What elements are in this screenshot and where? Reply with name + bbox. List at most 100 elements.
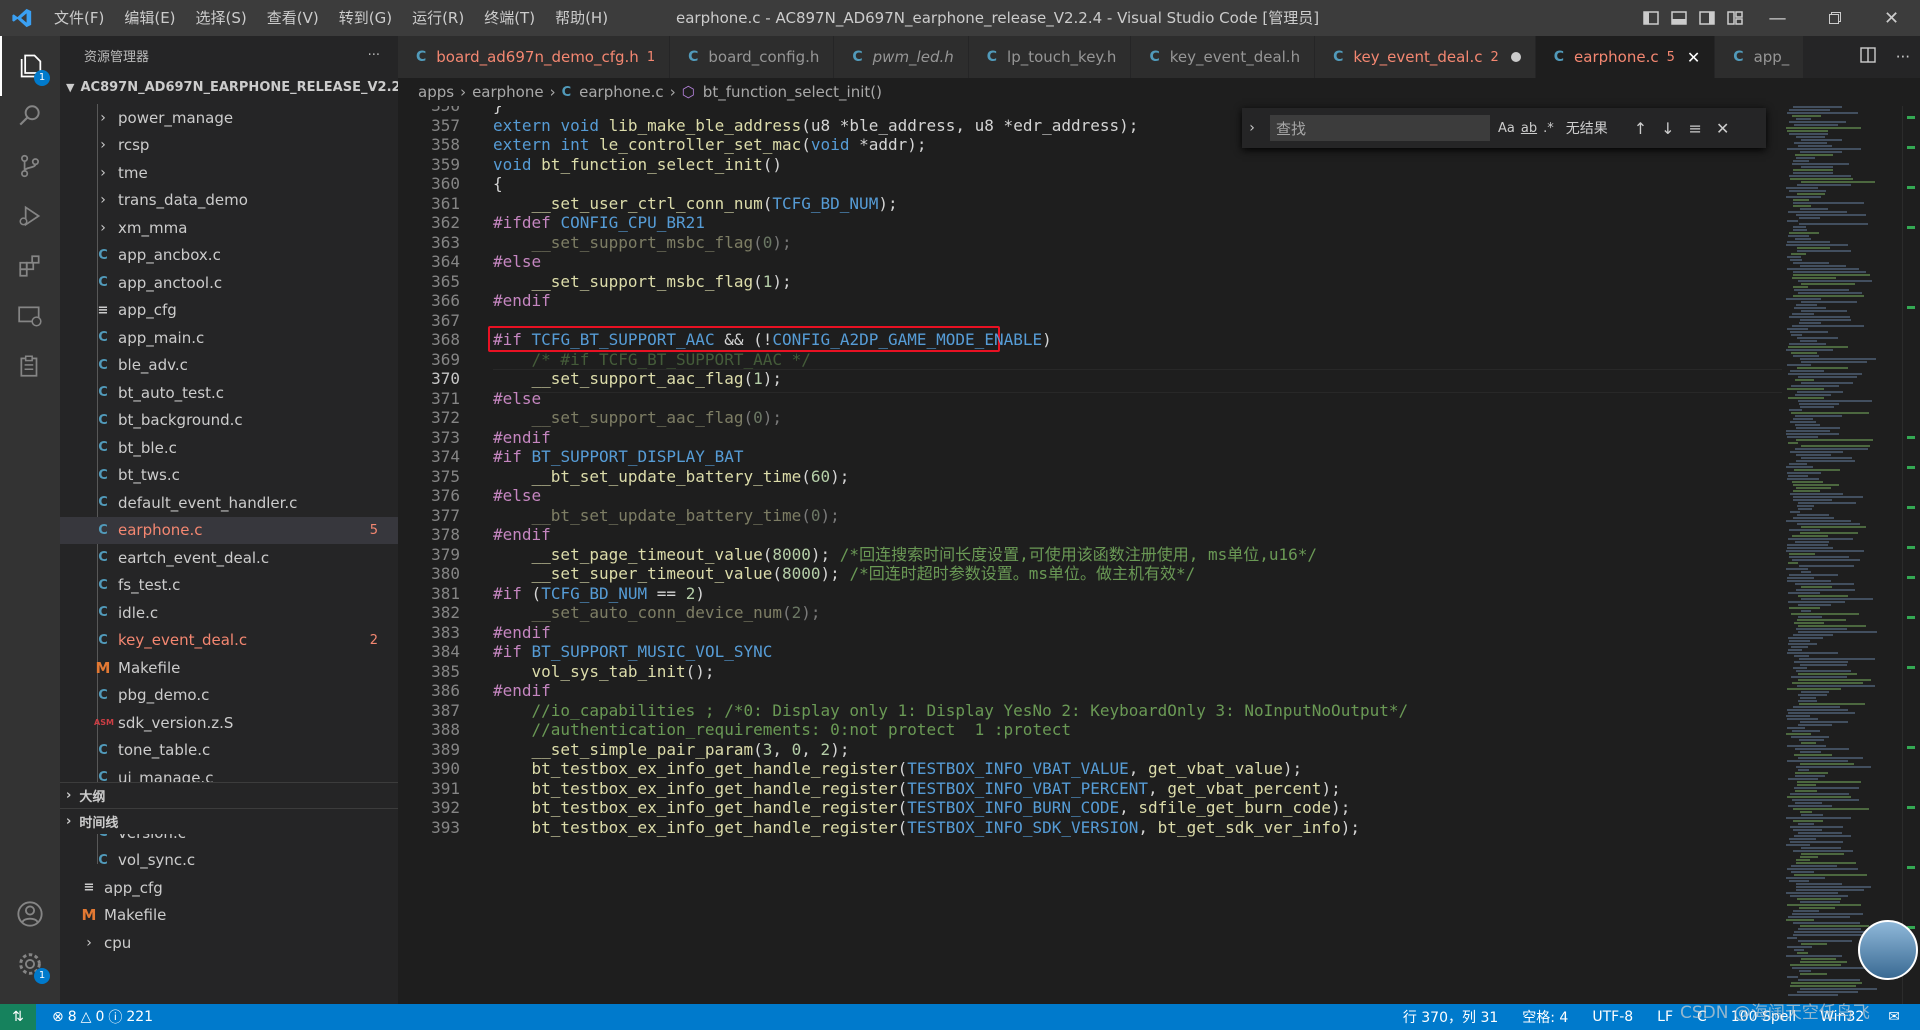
tree-item[interactable]: Ckey_event_deal.c 2 — [60, 627, 398, 655]
tree-item[interactable]: Capp_anctool.c — [60, 269, 398, 297]
tree-item[interactable]: Cbt_background.c — [60, 407, 398, 435]
tree-item[interactable]: Cvol_sync.c — [60, 847, 398, 875]
code-line[interactable]: 374 #if BT_SUPPORT_DISPLAY_BAT — [398, 447, 1778, 467]
find-input[interactable]: 查找 — [1270, 115, 1490, 141]
encoding[interactable]: UTF-8 — [1592, 1009, 1633, 1025]
code-line[interactable]: 392 bt_testbox_ex_info_get_handle_regist… — [398, 798, 1778, 818]
code-line[interactable]: 383 #endif — [398, 623, 1778, 643]
code-line[interactable]: 387 //io_capabilities ; /*0: Display onl… — [398, 701, 1778, 721]
editor-tab[interactable]: Cpwm_led.h — [834, 36, 969, 78]
tree-item[interactable]: › cpu — [60, 929, 398, 957]
code-line[interactable]: 369 /* #if TCFG_BT_SUPPORT_AAC */ — [398, 350, 1778, 370]
code-line[interactable]: 390 bt_testbox_ex_info_get_handle_regist… — [398, 759, 1778, 779]
split-editor-icon[interactable] — [1860, 47, 1876, 67]
code-line[interactable]: 371 #else — [398, 389, 1778, 409]
editor-tab[interactable]: Ckey_event_deal.h — [1131, 36, 1316, 78]
arrow-down-icon[interactable]: ↓ — [1661, 119, 1674, 138]
code-line[interactable]: 382 __set_auto_conn_device_num(2); — [398, 603, 1778, 623]
match-word-toggle[interactable]: ab — [1521, 121, 1537, 136]
indentation[interactable]: 空格: 4 — [1522, 1007, 1568, 1027]
code-line[interactable]: 391 bt_testbox_ex_info_get_handle_regist… — [398, 779, 1778, 799]
code-line[interactable]: 386 #endif — [398, 681, 1778, 701]
tree-item[interactable]: Cdefault_event_handler.c — [60, 489, 398, 517]
editor-tab[interactable]: Cboard_config.h — [670, 36, 835, 78]
tree-item[interactable]: Cble_adv.c — [60, 352, 398, 380]
tree-item[interactable]: › rcsp — [60, 132, 398, 160]
workspace-folder-header[interactable]: ▼ AC897N_AD697N_EARPHONE_RELEASE_V2.2.4 — [60, 74, 398, 100]
tree-item[interactable]: ≡ app_cfg — [60, 297, 398, 325]
outline-panel-header[interactable]: › 大纲 — [60, 782, 398, 808]
cursor-position[interactable]: 行 370，列 31 — [1403, 1007, 1498, 1027]
code-line[interactable]: 365 __set_support_msbc_flag(1); — [398, 272, 1778, 292]
tree-item[interactable]: › trans_data_demo — [60, 187, 398, 215]
code-editor[interactable]: 356} 357 extern void lib_make_ble_address(… — [398, 106, 1898, 1004]
toggle-secondary-sidebar-icon[interactable] — [1693, 0, 1721, 36]
code-line[interactable]: 384 #if BT_SUPPORT_MUSIC_VOL_SYNC — [398, 642, 1778, 662]
toggle-panel-icon[interactable] — [1665, 0, 1693, 36]
code-line[interactable]: 361 __set_user_ctrl_conn_num(TCFG_BD_NUM… — [398, 194, 1778, 214]
code-line[interactable]: 372 __set_support_aac_flag(0); — [398, 408, 1778, 428]
tree-item[interactable]: Ceartch_event_deal.c — [60, 544, 398, 572]
tree-item[interactable]: M Makefile — [60, 654, 398, 682]
vertical-scrollbar[interactable] — [1902, 106, 1920, 1004]
tree-item[interactable]: Cbt_auto_test.c — [60, 379, 398, 407]
breadcrumb-item-function[interactable]: bt_function_select_init() — [703, 83, 882, 101]
more-actions-icon[interactable]: ··· — [1896, 48, 1910, 66]
menu-selection[interactable]: 选择(S) — [186, 0, 257, 36]
tree-item[interactable]: ASM sdk_version.z.S — [60, 709, 398, 737]
minimize-icon[interactable]: — — [1749, 0, 1806, 36]
tree-item[interactable]: Cidle.c — [60, 599, 398, 627]
code-line[interactable]: 363 __set_support_msbc_flag(0); — [398, 233, 1778, 253]
tree-item[interactable]: Cbt_tws.c — [60, 462, 398, 490]
regex-toggle[interactable]: .* — [1543, 121, 1554, 136]
toggle-replace-icon[interactable]: › — [1242, 120, 1262, 136]
tree-item[interactable]: Ctone_table.c — [60, 737, 398, 765]
tree-item[interactable]: › power_manage — [60, 104, 398, 132]
tree-item[interactable]: › tme — [60, 159, 398, 187]
testing-icon[interactable] — [0, 336, 60, 396]
minimap[interactable] — [1782, 106, 1902, 1004]
editor-tab[interactable]: Ckey_event_deal.c 2 — [1315, 36, 1536, 78]
code-line[interactable]: 370 __set_support_aac_flag(1); — [398, 369, 1778, 389]
menu-help[interactable]: 帮助(H) — [545, 0, 618, 36]
notifications-bell-icon[interactable]: ✉ — [1888, 1009, 1900, 1025]
code-line[interactable]: 360 { — [398, 174, 1778, 194]
tree-item[interactable]: Cearphone.c 5 — [60, 516, 398, 544]
close-window-icon[interactable]: ✕ — [1863, 0, 1920, 36]
toggle-sidebar-icon[interactable] — [1637, 0, 1665, 36]
menu-edit[interactable]: 编辑(E) — [114, 0, 185, 36]
find-in-selection-icon[interactable]: ≡ — [1689, 119, 1702, 138]
close-icon[interactable]: ✕ — [1716, 119, 1729, 138]
breadcrumb-item-file[interactable]: earphone.c — [579, 83, 664, 101]
breadcrumb-item-earphone[interactable]: earphone — [472, 83, 544, 101]
code-line[interactable]: 385 vol_sys_tab_init(); — [398, 662, 1778, 682]
tree-item[interactable]: Capp_main.c — [60, 324, 398, 352]
editor-tab[interactable]: Clp_touch_key.h — [968, 36, 1132, 78]
tree-item[interactable]: Cbt_ble.c — [60, 434, 398, 462]
code-line[interactable]: 393 bt_testbox_ex_info_get_handle_regist… — [398, 818, 1778, 838]
problems-indicator[interactable]: ⊗ 8 △ 0 ⓘ 221 — [52, 1007, 153, 1027]
code-line[interactable]: 377 __bt_set_update_battery_time(0); — [398, 506, 1778, 526]
menu-run[interactable]: 运行(R) — [402, 0, 474, 36]
tree-item[interactable]: Cpbg_demo.c — [60, 682, 398, 710]
restore-icon[interactable] — [1806, 0, 1863, 36]
breadcrumb-item-apps[interactable]: apps — [418, 83, 454, 101]
unsaved-dot-icon[interactable] — [1510, 52, 1521, 62]
editor-tab[interactable]: Cboard_ad697n_demo_cfg.h 1 — [398, 36, 671, 78]
code-line[interactable]: 375 __bt_set_update_battery_time(60); — [398, 467, 1778, 487]
code-line[interactable]: 366 #endif — [398, 291, 1778, 311]
settings-gear-icon[interactable]: 1 — [0, 934, 60, 994]
code-line[interactable]: 380 __set_super_timeout_value(8000); /*回… — [398, 564, 1778, 584]
menu-view[interactable]: 查看(V) — [257, 0, 329, 36]
close-tab-icon[interactable]: ✕ — [1687, 48, 1700, 67]
tree-item[interactable]: ≡ app_cfg — [60, 874, 398, 902]
code-line[interactable]: 379 __set_page_timeout_value(8000); /*回连… — [398, 545, 1778, 565]
code-line[interactable]: 364 #else — [398, 252, 1778, 272]
menu-file[interactable]: 文件(F) — [44, 0, 114, 36]
code-line[interactable]: 368 #if TCFG_BT_SUPPORT_AAC && (!CONFIG_A… — [398, 330, 1778, 350]
editor-tab[interactable]: Cearphone.c 5 ✕ — [1535, 36, 1716, 78]
code-line[interactable]: 362 #ifdef CONFIG_CPU_BR21 — [398, 213, 1778, 233]
remote-indicator-icon[interactable]: ⇅ — [0, 1004, 36, 1030]
code-line[interactable]: 389 __set_simple_pair_param(3, 0, 2); — [398, 740, 1778, 760]
editor-tab[interactable]: Capp_ — [1715, 36, 1805, 78]
